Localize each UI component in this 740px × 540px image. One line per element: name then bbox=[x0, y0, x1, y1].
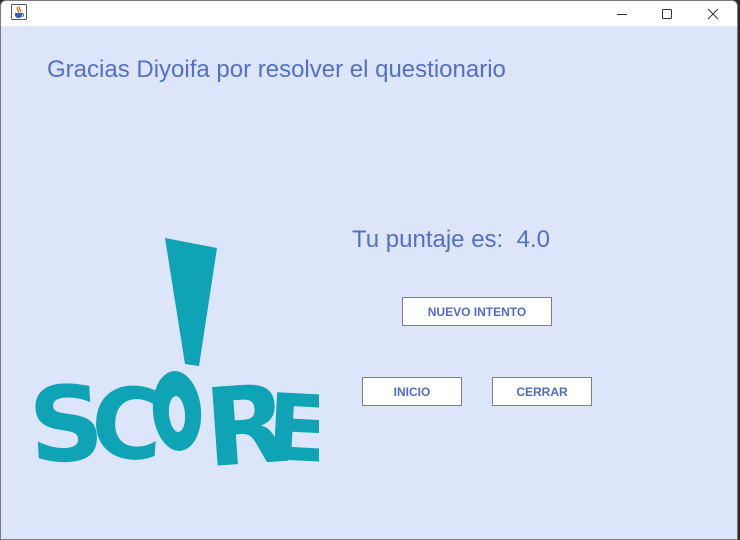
home-button[interactable]: INICIO bbox=[362, 377, 462, 406]
app-window: Gracias Diyoifa por resolver el question… bbox=[0, 0, 738, 540]
minimize-button[interactable] bbox=[599, 1, 645, 26]
exclamation-score-logo: S C R E bbox=[29, 238, 319, 468]
new-attempt-button[interactable]: NUEVO INTENTO bbox=[402, 297, 552, 326]
close-button[interactable]: CERRAR bbox=[492, 377, 592, 406]
score-label: Tu puntaje es: bbox=[352, 226, 504, 253]
close-window-button[interactable] bbox=[690, 1, 736, 26]
thanks-heading: Gracias Diyoifa por resolver el question… bbox=[47, 56, 506, 83]
maximize-button[interactable] bbox=[644, 1, 690, 26]
score-value: 4.0 bbox=[516, 226, 550, 253]
close-icon bbox=[707, 8, 719, 19]
score-line: Tu puntaje es: 4.0 bbox=[352, 226, 550, 254]
content-panel: Gracias Diyoifa por resolver el question… bbox=[1, 26, 737, 539]
maximize-icon bbox=[662, 8, 672, 19]
minimize-icon bbox=[617, 13, 627, 15]
java-cup-icon bbox=[11, 4, 27, 20]
title-bar[interactable] bbox=[1, 1, 737, 26]
score-letter-e: E bbox=[264, 374, 319, 468]
